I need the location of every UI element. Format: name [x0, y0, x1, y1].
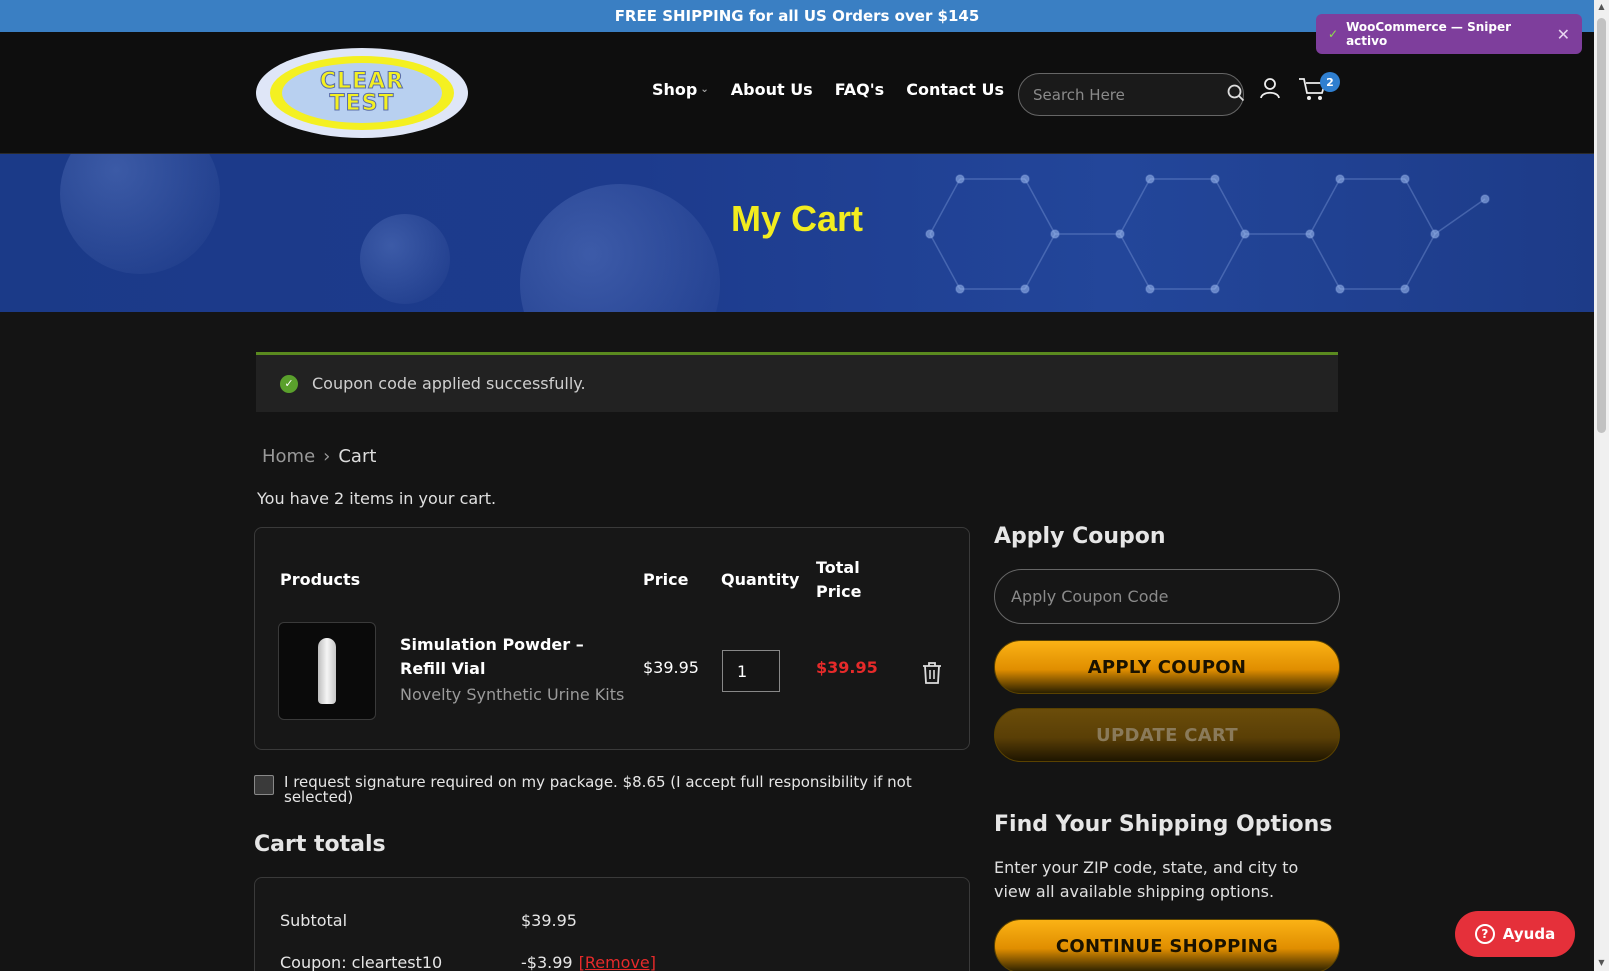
- woocommerce-toast: ✓ WooCommerce — Sniper activo ✕: [1316, 14, 1582, 54]
- trash-icon[interactable]: [921, 661, 943, 689]
- nav-about[interactable]: About Us: [731, 80, 813, 99]
- product-name[interactable]: Simulation Powder – Refill Vial: [400, 633, 620, 681]
- page-scrollbar[interactable]: ▲ ▼: [1594, 0, 1609, 971]
- page-title: My Cart: [730, 198, 864, 239]
- chevron-down-icon: ⌄: [700, 84, 709, 95]
- coupon-success-notice: ✓ Coupon code applied successfully.: [256, 352, 1338, 412]
- subtotal-label: Subtotal: [280, 911, 348, 930]
- nav-contact[interactable]: Contact Us: [906, 80, 1004, 99]
- nav-shop-label: Shop: [652, 80, 698, 99]
- col-total-line2: Price: [816, 582, 862, 601]
- main-nav: Shop ⌄ About Us FAQ's Contact Us: [652, 80, 1004, 99]
- logo-line2: TEST: [329, 91, 395, 116]
- breadcrumb-current: Cart: [338, 446, 377, 467]
- search-box: [1018, 73, 1245, 116]
- cart-totals-table: Subtotal $39.95 Coupon: cleartest10 -$3.…: [254, 877, 970, 971]
- coupon-discount: -$3.99: [521, 953, 573, 971]
- col-price: Price: [643, 570, 689, 589]
- page-hero: My Cart: [0, 154, 1594, 312]
- signature-option: I request signature required on my packa…: [254, 775, 934, 805]
- check-icon: ✓: [1328, 27, 1339, 41]
- cart-count-badge: 2: [1320, 72, 1340, 92]
- vial-image: [318, 638, 336, 704]
- help-label: Ayuda: [1502, 925, 1556, 943]
- close-icon[interactable]: ✕: [1557, 25, 1570, 44]
- chevron-right-icon: ›: [323, 446, 331, 467]
- cart-table: Products Price Quantity Total Price Simul…: [254, 527, 970, 750]
- toast-text: WooCommerce — Sniper activo: [1346, 20, 1512, 48]
- apply-coupon-title: Apply Coupon: [994, 524, 1166, 549]
- product-thumbnail[interactable]: [278, 622, 376, 720]
- apply-coupon-button[interactable]: APPLY COUPON: [994, 640, 1340, 694]
- clear-test-logo[interactable]: CLEAR TEST: [256, 48, 468, 138]
- product-category: Novelty Synthetic Urine Kits: [400, 685, 625, 704]
- nav-shop[interactable]: Shop ⌄: [652, 80, 709, 99]
- quantity-input[interactable]: [722, 650, 780, 692]
- success-check-icon: ✓: [280, 374, 298, 393]
- cart-items-count: You have 2 items in your cart.: [257, 489, 497, 508]
- update-cart-button[interactable]: UPDATE CART: [994, 708, 1340, 762]
- product-price: $39.95: [643, 658, 699, 677]
- product-total: $39.95: [816, 658, 878, 677]
- cart-totals-title: Cart totals: [254, 832, 386, 857]
- logo-text: CLEAR TEST: [282, 63, 442, 123]
- scroll-up-icon[interactable]: ▲: [1594, 2, 1609, 11]
- breadcrumb-home[interactable]: Home: [262, 446, 315, 467]
- subtotal-value: $39.95: [521, 911, 577, 930]
- continue-shopping-button[interactable]: CONTINUE SHOPPING: [994, 919, 1340, 971]
- scroll-down-icon[interactable]: ▼: [1594, 958, 1609, 967]
- col-total: Total Price: [816, 556, 861, 604]
- signature-checkbox[interactable]: [254, 775, 274, 795]
- notice-text: Coupon code applied successfully.: [312, 374, 586, 393]
- shipping-options-title: Find Your Shipping Options: [994, 812, 1333, 837]
- scrollbar-thumb[interactable]: [1597, 18, 1606, 433]
- free-shipping-text: FREE SHIPPING for all US Orders over $14…: [614, 7, 980, 25]
- help-button[interactable]: ? Ayuda: [1455, 911, 1575, 957]
- coupon-row-value: -$3.99 [Remove]: [521, 953, 656, 971]
- coupon-label: Coupon: cleartest10: [280, 953, 443, 971]
- account-icon[interactable]: [1258, 76, 1282, 100]
- coupon-code-input[interactable]: [994, 569, 1340, 624]
- search-input[interactable]: [1033, 85, 1227, 104]
- col-products: Products: [280, 570, 361, 589]
- help-icon: ?: [1474, 924, 1495, 944]
- signature-text: I request signature required on my packa…: [284, 773, 912, 806]
- shipping-description: Enter your ZIP code, state, and city to …: [994, 858, 1299, 901]
- search-icon[interactable]: [1227, 84, 1245, 106]
- breadcrumb: Home › Cart: [262, 446, 376, 467]
- nav-faq[interactable]: FAQ's: [835, 80, 885, 99]
- col-total-line1: Total: [816, 558, 860, 577]
- col-quantity: Quantity: [721, 570, 800, 589]
- remove-coupon-link[interactable]: [Remove]: [579, 953, 656, 971]
- logo-ring: CLEAR TEST: [270, 56, 454, 130]
